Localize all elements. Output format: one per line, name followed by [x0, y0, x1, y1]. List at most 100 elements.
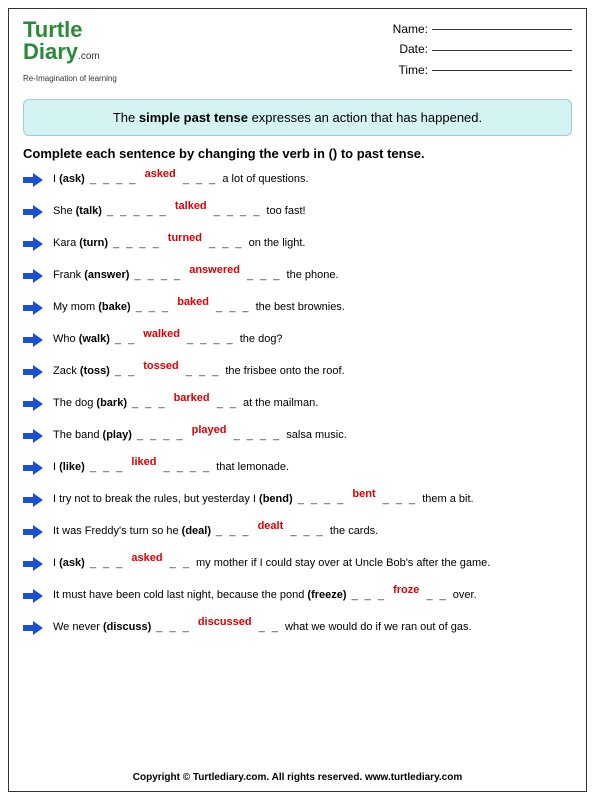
verb-base: (ask) [59, 557, 85, 569]
arrow-icon [23, 173, 43, 187]
arrow-icon [23, 557, 43, 571]
arrow-icon [23, 333, 43, 347]
blank-left[interactable]: _ _ _ _ [85, 173, 143, 185]
blank-left[interactable]: _ _ _ [85, 557, 130, 569]
verb-base: (freeze) [307, 589, 346, 601]
question-item: I try not to break the rules, but yester… [23, 493, 572, 507]
sentence-pre: She [53, 205, 76, 217]
answer: turned [168, 232, 202, 244]
arrow-icon [23, 365, 43, 379]
blank-right[interactable]: _ _ [165, 557, 196, 569]
sentence-pre: Zack [53, 365, 80, 377]
blank-left[interactable]: _ _ _ [131, 301, 176, 313]
sentence-post: at the mailman. [243, 397, 318, 409]
name-label: Name: [393, 22, 428, 36]
blank-left[interactable]: _ _ [110, 333, 141, 345]
answer: bent [352, 488, 375, 500]
sentence-post: the dog? [240, 333, 283, 345]
sentence: I (like) _ _ _ liked _ _ _ _ that lemona… [53, 461, 572, 474]
sentence: I (ask) _ _ _ asked _ _ my mother if I c… [53, 557, 572, 570]
sentence-pre: Kara [53, 237, 79, 249]
verb-base: (bark) [96, 397, 127, 409]
sentence-pre: It must have been cold last night, becau… [53, 589, 307, 601]
verb-base: (like) [59, 461, 85, 473]
blank-right[interactable]: _ _ _ _ [182, 333, 240, 345]
verb-base: (play) [103, 429, 132, 441]
question-item: Zack (toss) _ _ tossed _ _ _ the frisbee… [23, 365, 572, 379]
question-item: We never (discuss) _ _ _ discussed _ _ w… [23, 621, 572, 635]
blank-left[interactable]: _ _ _ [151, 621, 196, 633]
blank-right[interactable]: _ _ _ [204, 237, 249, 249]
blank-left[interactable]: _ _ _ _ [108, 237, 166, 249]
blank-left[interactable]: _ _ _ _ [132, 429, 190, 441]
date-field[interactable] [432, 50, 572, 51]
sentence-pre: My mom [53, 301, 98, 313]
answer: asked [145, 168, 176, 180]
blank-right[interactable]: _ _ _ [181, 365, 226, 377]
verb-base: (turn) [79, 237, 108, 249]
verb-base: (answer) [84, 269, 129, 281]
arrow-icon [23, 461, 43, 475]
sentence-pre: We never [53, 621, 103, 633]
blank-right[interactable]: _ _ _ [285, 525, 330, 537]
time-field[interactable] [432, 70, 572, 71]
logo: Turtle Diary.com Re-Imagination of learn… [23, 19, 117, 85]
arrow-icon [23, 621, 43, 635]
logo-line2: Diary [23, 39, 78, 64]
verb-base: (bake) [98, 301, 130, 313]
blank-right[interactable]: _ _ _ [378, 493, 423, 505]
question-item: The dog (bark) _ _ _ barked _ _ at the m… [23, 397, 572, 411]
blank-right[interactable]: _ _ _ [242, 269, 287, 281]
sentence: The dog (bark) _ _ _ barked _ _ at the m… [53, 397, 572, 410]
sentence-post: that lemonade. [216, 461, 289, 473]
sentence-post: the cards. [330, 525, 378, 537]
arrow-icon [23, 397, 43, 411]
verb-base: (discuss) [103, 621, 151, 633]
blank-right[interactable]: _ _ [212, 397, 243, 409]
answer: played [192, 424, 227, 436]
blank-left[interactable]: _ _ _ [211, 525, 256, 537]
blank-left[interactable]: _ _ _ [85, 461, 130, 473]
blank-left[interactable]: _ _ _ _ [293, 493, 351, 505]
sentence-post: my mother if I could stay over at Uncle … [196, 557, 490, 569]
sentence: It must have been cold last night, becau… [53, 589, 572, 602]
answer: talked [175, 200, 207, 212]
header: Turtle Diary.com Re-Imagination of learn… [23, 19, 572, 85]
question-item: Who (walk) _ _ walked _ _ _ _ the dog? [23, 333, 572, 347]
question-item: She (talk) _ _ _ _ _ talked _ _ _ _ too … [23, 205, 572, 219]
sentence-post: them a bit. [422, 493, 473, 505]
blank-right[interactable]: _ _ [421, 589, 452, 601]
info-bold: simple past tense [139, 110, 248, 125]
arrow-icon [23, 269, 43, 283]
answer: dealt [258, 520, 284, 532]
sentence-post: over. [453, 589, 477, 601]
sentence-pre: The dog [53, 397, 96, 409]
blank-right[interactable]: _ _ _ _ [229, 429, 287, 441]
answer: barked [174, 392, 210, 404]
sentence: Kara (turn) _ _ _ _ turned _ _ _ on the … [53, 237, 572, 250]
blank-left[interactable]: _ _ _ _ _ [102, 205, 173, 217]
blank-right[interactable]: _ _ _ _ [158, 461, 216, 473]
blank-right[interactable]: _ _ _ [178, 173, 223, 185]
answer: walked [143, 328, 180, 340]
info-box: The simple past tense expresses an actio… [23, 99, 572, 136]
question-item: I (ask) _ _ _ _ asked _ _ _ a lot of que… [23, 173, 572, 187]
name-field[interactable] [432, 29, 572, 30]
blank-left[interactable]: _ _ _ _ [129, 269, 187, 281]
answer: discussed [198, 616, 252, 628]
question-item: I (like) _ _ _ liked _ _ _ _ that lemona… [23, 461, 572, 475]
blank-left[interactable]: _ _ _ [127, 397, 172, 409]
sentence: Zack (toss) _ _ tossed _ _ _ the frisbee… [53, 365, 572, 378]
blank-right[interactable]: _ _ _ _ [209, 205, 267, 217]
verb-base: (bend) [259, 493, 293, 505]
verb-base: (toss) [80, 365, 110, 377]
blank-left[interactable]: _ _ _ [347, 589, 392, 601]
arrow-icon [23, 525, 43, 539]
items-list: I (ask) _ _ _ _ asked _ _ _ a lot of que… [23, 173, 572, 635]
blank-right[interactable]: _ _ [254, 621, 285, 633]
worksheet-page: Turtle Diary.com Re-Imagination of learn… [8, 8, 587, 792]
logo-dotcom: .com [78, 51, 100, 62]
blank-left[interactable]: _ _ [110, 365, 141, 377]
question-item: Frank (answer) _ _ _ _ answered _ _ _ th… [23, 269, 572, 283]
blank-right[interactable]: _ _ _ [211, 301, 256, 313]
